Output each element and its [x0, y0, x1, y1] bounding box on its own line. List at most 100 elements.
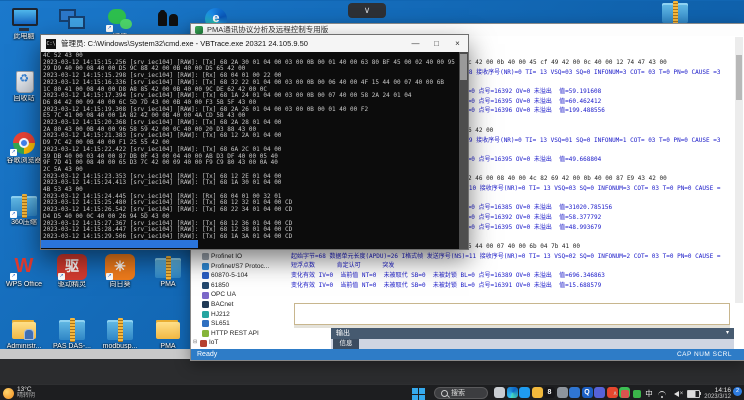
desktop-icon-glyph: ✳ ↗: [105, 254, 135, 280]
desktop-icon-label: 向日葵: [109, 281, 131, 288]
tree-item-label: Profinet/S7 Protoc...: [211, 262, 270, 270]
protocol-icon: [202, 301, 209, 309]
tree-item-label: 60870-5-104: [211, 272, 248, 280]
cmd-window: C:\ 管理员: C:\Windows\System32\cmd.exe - V…: [40, 34, 469, 250]
search-icon: [441, 389, 448, 397]
desktop-icon[interactable]: ✳ ↗ 向日葵: [97, 253, 143, 315]
protocol-icon: [202, 320, 209, 328]
shortcut-arrow-icon: ↗: [10, 211, 17, 218]
tree-expander-icon[interactable]: ⊟: [193, 338, 200, 348]
tray-app-icon-green[interactable]: [633, 389, 642, 398]
ime-indicator[interactable]: 中: [645, 388, 653, 399]
taskbar: 13°C 晴转阴 搜索 8 Q ∧ 中 × 14:16 2023/3/12 2: [0, 384, 744, 400]
minimize-button[interactable]: —: [405, 35, 426, 52]
desktop-icon[interactable]: W ↗ WPS Office: [1, 253, 47, 315]
tree-item-label: OPC UA: [211, 291, 236, 299]
search-box[interactable]: 搜索: [434, 387, 488, 399]
taskbar-app-icon[interactable]: [494, 387, 505, 398]
status-lock-indicators: CAP NUM SCRL: [676, 351, 732, 358]
pma-scrollbar-thumb[interactable]: [736, 55, 742, 100]
zip-folder-icon: [660, 0, 690, 25]
taskbar-app-icon[interactable]: Q: [581, 387, 593, 398]
start-button[interactable]: [412, 388, 425, 400]
desktop-icon-glyph: ↗: [57, 6, 87, 32]
system-tray: ∧ 中 × 14:16 2023/3/12: [613, 385, 744, 400]
desktop-icon-glyph: ↗: [9, 192, 39, 218]
capture-toolbar-chevron[interactable]: ∨: [348, 3, 386, 18]
tree-item[interactable]: OPC UA: [195, 290, 291, 300]
pma-status-bar: Ready CAP NUM SCRL: [191, 349, 744, 360]
protocol-icon: [200, 339, 207, 347]
cmd-title-bar[interactable]: C:\ 管理员: C:\Windows\System32\cmd.exe - V…: [41, 35, 468, 52]
taskbar-app-icon[interactable]: [519, 387, 530, 398]
desktop-icon-glyph: ↗: [105, 6, 135, 32]
desktop-icon-glyph: ↗: [9, 68, 39, 94]
tree-item[interactable]: Profinet/S7 Protoc...: [195, 262, 291, 272]
desktop-icon-glyph: ↗: [153, 254, 183, 280]
cmd-log-line: 2023-03-12 14:15:24.413 [srv_iec104] [RA…: [43, 179, 282, 187]
taskbar-clock[interactable]: 14:16 2023/3/12: [704, 387, 731, 400]
protocol-icon: [202, 310, 209, 318]
taskbar-app-icon[interactable]: [569, 387, 580, 398]
cmd-output[interactable]: 4C 52 43 00 2023-03-12 14:15:15.256 [srv_…: [41, 52, 459, 249]
maximize-button[interactable]: □: [426, 35, 447, 52]
tree-item-label: BACnet: [211, 300, 234, 308]
protocol-icon: [202, 330, 209, 338]
tree-item-label: SL651: [211, 320, 230, 328]
close-button[interactable]: ×: [447, 35, 468, 52]
notification-badge[interactable]: 2: [733, 387, 742, 396]
cmd-scrollbar-thumb[interactable]: [460, 54, 467, 80]
tree-item[interactable]: SL651: [195, 319, 291, 329]
tree-item-label: IoT: [209, 339, 219, 347]
cmd-log-line: 9F 7D 41 00 08 40 00 65 D3 7C 42 00 09 4…: [43, 159, 278, 167]
desktop-icon-label: PMA: [160, 281, 176, 288]
shortcut-arrow-icon: ↗: [106, 273, 113, 280]
protocol-icon: [202, 291, 209, 299]
tree-item[interactable]: HTTP REST API: [195, 329, 291, 339]
desktop-icon[interactable]: 驱 ↗ 驱动精灵: [49, 253, 95, 315]
pma-app-icon: [195, 26, 203, 34]
desktop-icon-label: 驱动精灵: [58, 281, 86, 288]
taskbar-app-icon[interactable]: [594, 387, 605, 398]
cmd-scrollbar[interactable]: [459, 52, 468, 249]
tree-item[interactable]: 61850: [195, 281, 291, 291]
volume-muted-icon[interactable]: ×: [671, 390, 683, 397]
desktop-icon-glyph: ↗: [105, 316, 135, 342]
taskbar-app-icon[interactable]: [556, 387, 568, 398]
tray-chevron-up-icon[interactable]: ∧: [613, 390, 617, 397]
taskbar-app-icon[interactable]: [531, 387, 543, 398]
cmd-window-title: 管理员: C:\Windows\System32\cmd.exe - VBTra…: [61, 39, 308, 48]
tree-item[interactable]: ⊟ IoT: [193, 338, 291, 348]
tree-item-label: 61850: [211, 281, 230, 289]
wifi-icon[interactable]: [657, 390, 667, 398]
desktop-icon-glyph: 驱 ↗: [57, 254, 87, 280]
weather-temp: 13°C: [17, 386, 32, 393]
windows-logo-icon: [412, 388, 418, 394]
weather-condition: 晴转阴: [17, 393, 36, 399]
output-panel-header[interactable]: 输出 ▾: [331, 328, 734, 339]
desktop-icon-glyph: ↗: [57, 316, 87, 342]
desktop-icon-label: WPS Office: [5, 281, 43, 288]
empty-detail-box: [294, 303, 730, 325]
tray-app-icon-red[interactable]: [621, 389, 630, 398]
desktop-icon[interactable]: ↗ PMA: [145, 253, 191, 315]
tab-info[interactable]: 信息: [333, 339, 359, 349]
chevron-down-icon[interactable]: ▾: [726, 328, 729, 339]
tree-item[interactable]: BACnet: [195, 300, 291, 310]
weather-widget[interactable]: 13°C 晴转阴: [3, 386, 35, 400]
cmd-app-icon: C:\: [46, 38, 56, 49]
pma-scrollbar[interactable]: [735, 37, 743, 303]
taskbar-app-icon[interactable]: 8: [544, 387, 555, 398]
tree-item[interactable]: 60870-5-104: [195, 271, 291, 281]
desktop-icon-glyph: ↗: [9, 130, 39, 156]
protocol-tree: Profinet IO Profinet/S7 Protoc... 60870-…: [193, 252, 291, 348]
output-panel-title: 输出: [336, 330, 350, 337]
tree-item[interactable]: Profinet IO: [195, 252, 291, 262]
desktop-icon-glyph: ↗: [9, 316, 39, 342]
battery-icon[interactable]: [687, 389, 702, 398]
cmd-selection-highlight: [41, 240, 198, 248]
taskbar-app-icon[interactable]: [506, 387, 518, 398]
protocol-icon: [202, 282, 209, 290]
tree-item[interactable]: HJ212: [195, 310, 291, 320]
shortcut-arrow-icon: ↗: [10, 273, 17, 280]
